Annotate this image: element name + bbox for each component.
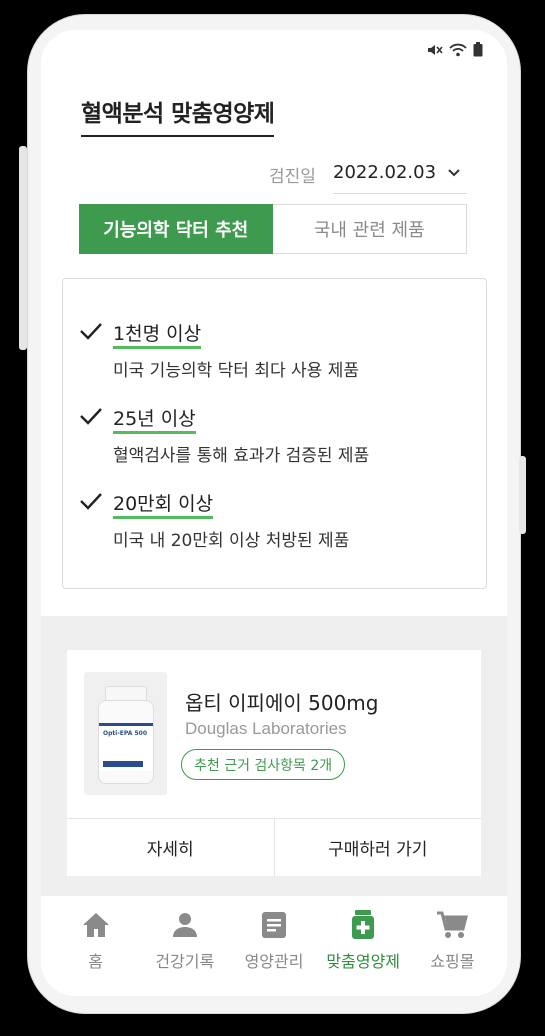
tab-label: 홈 (88, 952, 103, 971)
product-image: Opti-EPA 500 (84, 672, 167, 795)
tab-health-record[interactable]: 건강기록 (140, 908, 229, 996)
tab-label: 맞춤영양제 (326, 952, 401, 971)
recommendation-badge[interactable]: 추천 근거 검사항목 2개 (181, 749, 346, 780)
bottle-label-text: Opti-EPA 500 (103, 730, 148, 737)
tab-label: 영양관리 (244, 952, 304, 971)
app-screen: 혈액분석 맞춤영양제 검진일 2022.02.03 기능의학 닥터 추천 국내 … (41, 30, 507, 996)
bottle-body: Opti-EPA 500 (98, 700, 154, 784)
bottle-label-stripe (103, 761, 143, 767)
tab-label: 쇼핑몰 (430, 952, 475, 971)
page-title: 혈액분석 맞춤영양제 (81, 94, 275, 137)
cart-icon (437, 911, 469, 938)
product-actions: 자세히 구매하러 가기 (67, 818, 481, 876)
battery-icon (473, 42, 483, 57)
medicine-bottle-icon (352, 910, 375, 939)
date-value: 2022.02.03 (333, 162, 437, 183)
feature-description: 혈액검사를 통해 효과가 검증된 제품 (113, 446, 370, 466)
detail-button[interactable]: 자세히 (67, 819, 274, 876)
product-card[interactable]: Opti-EPA 500 옵티 이피에이 500mg Douglas Labor… (67, 650, 481, 876)
tab-label: 건강기록 (155, 952, 215, 971)
feature-title: 20만회 이상 (113, 489, 214, 519)
person-icon (172, 913, 197, 937)
segment-control: 기능의학 닥터 추천 국내 관련 제품 (79, 204, 467, 254)
mute-icon (428, 44, 443, 55)
phone-side-button (519, 456, 526, 534)
features-card: 1천명 이상 미국 기능의학 닥터 최다 사용 제품 25년 이상 혈액검사를 … (62, 278, 487, 589)
tab-domestic-products[interactable]: 국내 관련 제품 (272, 204, 467, 254)
date-selector[interactable]: 2022.02.03 (333, 156, 467, 194)
feature-description: 미국 기능의학 닥터 최다 사용 제품 (113, 361, 359, 381)
wifi-icon (449, 43, 467, 56)
product-name: 옵티 이피에이 500mg (185, 691, 379, 715)
check-icon (80, 323, 102, 340)
feature-title: 1천명 이상 (113, 319, 202, 349)
document-icon (262, 912, 286, 938)
check-icon (80, 493, 102, 510)
product-brand: Douglas Laboratories (185, 719, 347, 738)
bottle-label: Opti-EPA 500 (99, 723, 153, 771)
bottom-tab-bar: 홈 건강기록 영양관리 맞춤영양제 쇼핑몰 (41, 896, 507, 996)
tab-supplements[interactable]: 맞춤영양제 (319, 908, 408, 996)
feature-title: 25년 이상 (113, 404, 196, 434)
tab-nutrition[interactable]: 영양관리 (229, 908, 318, 996)
feature-description: 미국 내 20만회 이상 처방된 제품 (113, 531, 350, 551)
tab-home[interactable]: 홈 (51, 908, 140, 996)
chevron-down-icon (448, 169, 460, 177)
check-icon (80, 408, 102, 425)
tab-shopping[interactable]: 쇼핑몰 (408, 908, 497, 996)
tab-doctor-recommend[interactable]: 기능의학 닥터 추천 (79, 204, 273, 254)
home-icon (82, 913, 109, 937)
buy-button[interactable]: 구매하러 가기 (273, 819, 482, 876)
status-bar (427, 42, 483, 57)
date-label: 검진일 (269, 167, 316, 187)
phone-side-button (19, 146, 27, 350)
